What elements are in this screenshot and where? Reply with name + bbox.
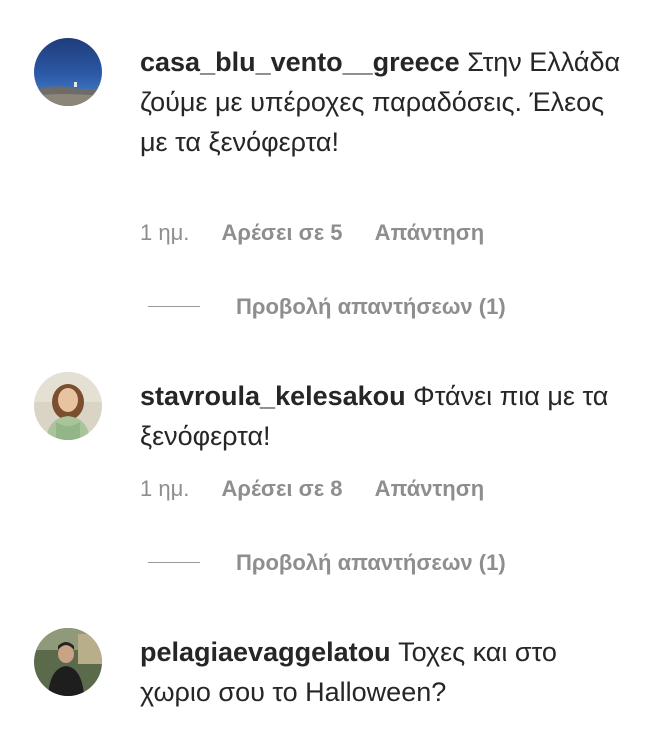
comment-username[interactable]: casa_blu_vento__greece [140,47,460,77]
view-replies-button[interactable]: Προβολή απαντήσεων (1) [148,550,506,576]
avatar[interactable] [34,628,102,696]
comment-text: stavroula_kelesakou Φτάνει πια με τα ξεν… [140,376,630,456]
reply-button[interactable]: Απάντηση [375,476,485,502]
comment-meta: 1 ημ. Αρέσει σε 8 Απάντηση [140,476,484,502]
comment-time: 1 ημ. [140,476,190,501]
person-photo-avatar-icon [34,628,102,696]
comment-text: casa_blu_vento__greece Στην Ελλάδα ζούμε… [140,42,630,162]
view-replies-button[interactable]: Προβολή απαντήσεων (1) [148,294,506,320]
likes-count[interactable]: Αρέσει σε 5 [222,220,343,246]
comment-text: pelagiaevaggelatou Τοχες και στο χωριο σ… [140,632,630,712]
comment-time: 1 ημ. [140,220,190,245]
view-replies-label: Προβολή απαντήσεων (1) [236,294,506,319]
comment-meta: 1 ημ. Αρέσει σε 5 Απάντηση [140,220,484,246]
likes-count[interactable]: Αρέσει σε 8 [222,476,343,502]
divider-line [148,305,200,307]
sea-landscape-avatar-icon [34,38,102,106]
reply-button[interactable]: Απάντηση [375,220,485,246]
avatar[interactable] [34,372,102,440]
comment-username[interactable]: stavroula_kelesakou [140,381,406,411]
divider-line [148,561,200,563]
view-replies-label: Προβολή απαντήσεων (1) [236,550,506,575]
avatar[interactable] [34,38,102,106]
comment-username[interactable]: pelagiaevaggelatou [140,637,391,667]
woman-portrait-avatar-icon [34,372,102,440]
